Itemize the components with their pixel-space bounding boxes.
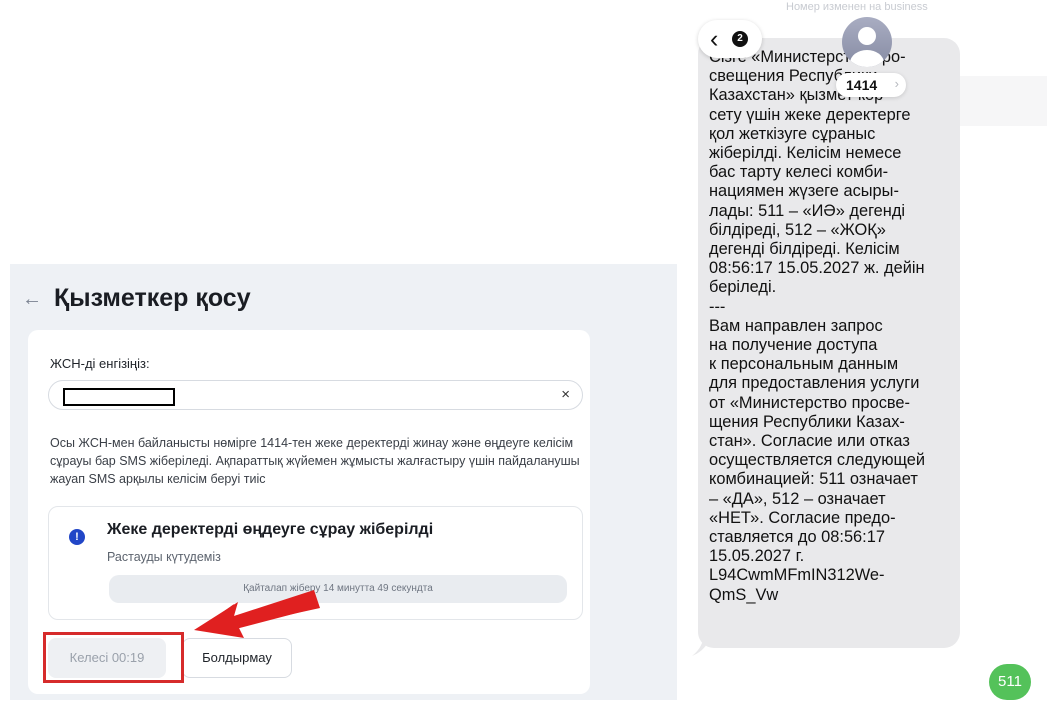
bubble-tail xyxy=(692,630,712,656)
info-text: Осы ЖСН-мен байланысты нөмірге 1414-тен … xyxy=(50,436,580,486)
red-arrow-annotation xyxy=(194,590,320,638)
red-highlight-box xyxy=(43,632,184,683)
redacted-iin-value xyxy=(63,388,175,406)
iin-input[interactable]: × xyxy=(48,380,583,410)
contact-name: 1414 xyxy=(846,77,878,93)
chevron-left-icon: ‹ xyxy=(710,25,719,53)
page-header: ← Қызметкер қосу xyxy=(22,284,251,313)
contact-avatar[interactable] xyxy=(842,17,892,67)
status-subtitle: Растауды күтудеміз xyxy=(107,550,221,564)
cancel-button[interactable]: Болдырмау xyxy=(182,638,292,678)
iin-field-label: ЖСН-ді енгізіңіз: xyxy=(50,356,150,371)
outgoing-reply-bubble: 511 xyxy=(989,664,1031,700)
chevron-right-icon: › xyxy=(894,76,899,91)
arrow-left-icon[interactable]: ← xyxy=(22,289,42,309)
person-icon xyxy=(850,27,884,67)
clear-icon[interactable]: × xyxy=(561,386,570,404)
contact-name-button[interactable]: 1414 › xyxy=(836,73,906,97)
back-button[interactable]: ‹ 2 xyxy=(698,20,762,58)
top-banner: Номер изменен на business xyxy=(786,1,928,13)
sms-screen: Номер изменен на business Сізге «Министе… xyxy=(682,0,1047,705)
status-title: Жеке деректерді өңдеуге сұрау жіберілді xyxy=(107,521,434,538)
incoming-message-text: Сізге «Министерство про- свещения Респуб… xyxy=(709,48,926,604)
page-title: Қызметкер қосу xyxy=(54,284,251,312)
unread-count-badge: 2 xyxy=(732,31,748,47)
info-icon: ! xyxy=(69,529,85,545)
form-card: ЖСН-ді енгізіңіз: × Осы ЖСН-мен байланыс… xyxy=(28,330,590,694)
